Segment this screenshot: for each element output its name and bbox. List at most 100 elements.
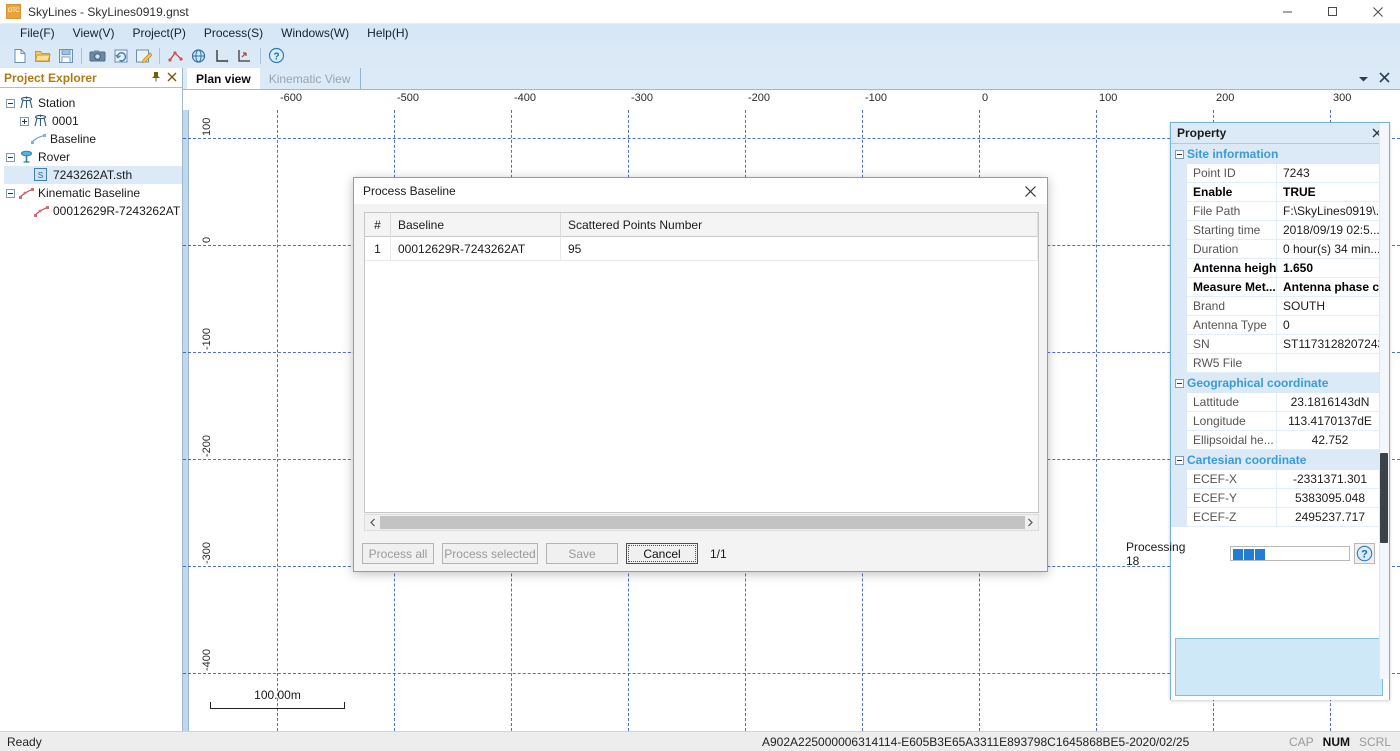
menu-project[interactable]: Project(P): [123, 24, 194, 43]
column-header-scattered-points[interactable]: Scattered Points Number: [561, 213, 1038, 237]
tree-item-station[interactable]: Station: [4, 94, 182, 112]
property-value[interactable]: 23.1816143dN: [1277, 393, 1389, 412]
tree-item-rover[interactable]: Rover: [4, 148, 182, 166]
property-row-lattitude[interactable]: Lattitude 23.1816143dN: [1171, 393, 1389, 412]
chevron-left-icon[interactable]: [365, 515, 380, 530]
property-row-antenna-type[interactable]: Antenna Type 0: [1171, 316, 1389, 335]
edit-note-icon[interactable]: [132, 45, 155, 67]
save-button[interactable]: Save: [546, 543, 618, 564]
tree-item-0001[interactable]: 0001: [4, 112, 182, 130]
open-folder-icon[interactable]: [31, 45, 54, 67]
baseline-table[interactable]: # Baseline Scattered Points Number 1 000…: [364, 212, 1039, 513]
expander-minus-icon[interactable]: [6, 153, 15, 162]
project-tree: Station 0001 Baseline: [0, 88, 182, 220]
globe-icon[interactable]: [187, 45, 210, 67]
property-key: Duration: [1187, 240, 1277, 259]
property-value[interactable]: Antenna phase c...: [1277, 278, 1389, 297]
process-all-button[interactable]: Process all: [362, 543, 434, 564]
property-value[interactable]: [1277, 354, 1389, 373]
property-value[interactable]: F:\SkyLines0919\...: [1277, 202, 1389, 221]
doc-close-icon[interactable]: [1379, 72, 1390, 86]
pin-icon[interactable]: [151, 71, 161, 85]
property-row-longitude[interactable]: Longitude 113.4170137dE: [1171, 412, 1389, 431]
transform-icon[interactable]: [233, 45, 256, 67]
property-row-brand[interactable]: Brand SOUTH: [1171, 297, 1389, 316]
property-group-cartesian-coordinate[interactable]: Cartesian coordinate: [1171, 450, 1389, 470]
property-value[interactable]: 2495237.717: [1277, 508, 1389, 527]
chevron-right-icon[interactable]: [1023, 515, 1038, 530]
expander-minus-icon[interactable]: [6, 99, 15, 108]
property-value[interactable]: 0: [1277, 316, 1389, 335]
process-selected-button[interactable]: Process selected: [442, 543, 538, 564]
column-header-index[interactable]: #: [365, 213, 391, 237]
new-file-icon[interactable]: [8, 45, 31, 67]
property-row-file-path[interactable]: File Path F:\SkyLines0919\...: [1171, 202, 1389, 221]
collapse-icon[interactable]: [1175, 456, 1184, 465]
property-value[interactable]: TRUE: [1277, 183, 1389, 202]
menu-windows[interactable]: Windows(W): [272, 24, 358, 43]
property-row-ellipsoidal-height[interactable]: Ellipsoidal he... 42.752: [1171, 431, 1389, 450]
table-horizontal-scrollbar[interactable]: [364, 514, 1039, 531]
camera-icon[interactable]: [86, 45, 109, 67]
property-scrollbar[interactable]: [1379, 123, 1389, 679]
maximize-button[interactable]: [1310, 0, 1355, 24]
help-icon[interactable]: ?: [265, 45, 288, 67]
explorer-close-icon[interactable]: [167, 71, 177, 85]
property-row-enable[interactable]: Enable TRUE: [1171, 183, 1389, 202]
column-header-baseline[interactable]: Baseline: [391, 213, 561, 237]
menu-file[interactable]: File(F): [11, 24, 64, 43]
property-row-measure-method[interactable]: Measure Met... Antenna phase c...: [1171, 278, 1389, 297]
property-value[interactable]: 42.752: [1277, 431, 1389, 450]
property-value[interactable]: -2331371.301: [1277, 470, 1389, 489]
refresh-icon[interactable]: [109, 45, 132, 67]
tree-item-kinematic-baseline[interactable]: Kinematic Baseline: [4, 184, 182, 202]
tab-plan-view[interactable]: Plan view: [187, 68, 260, 89]
table-row[interactable]: 1 00012629R-7243262AT 95: [365, 237, 1038, 261]
property-row-ecef-y[interactable]: ECEF-Y 5383095.048: [1171, 489, 1389, 508]
property-row-sn[interactable]: SN ST1173128207243: [1171, 335, 1389, 354]
dialog-title-bar: Process Baseline: [354, 178, 1047, 204]
menu-help[interactable]: Help(H): [358, 24, 417, 43]
expander-minus-icon[interactable]: [6, 189, 15, 198]
menu-view[interactable]: View(V): [64, 24, 124, 43]
tree-item-kinematic-baseline-child[interactable]: 00012629R-7243262AT: [4, 202, 182, 220]
property-group-site-information[interactable]: Site information: [1171, 144, 1389, 164]
property-value[interactable]: SOUTH: [1277, 297, 1389, 316]
scrollbar-track[interactable]: [380, 515, 1023, 530]
property-value[interactable]: 5383095.048: [1277, 489, 1389, 508]
expander-plus-icon[interactable]: [20, 117, 29, 126]
collapse-icon[interactable]: [1175, 150, 1184, 159]
close-button[interactable]: [1355, 0, 1400, 24]
property-row-rw5-file[interactable]: RW5 File: [1171, 354, 1389, 373]
dialog-close-button[interactable]: [1013, 178, 1047, 204]
property-row-starting-time[interactable]: Starting time 2018/09/19 02:5...: [1171, 221, 1389, 240]
save-icon[interactable]: [54, 45, 77, 67]
scrollbar-thumb[interactable]: [380, 516, 1025, 529]
chevron-down-icon[interactable]: [1358, 72, 1369, 86]
property-value[interactable]: ST1173128207243: [1277, 335, 1389, 354]
tree-item-baseline[interactable]: Baseline: [4, 130, 182, 148]
tab-kinematic-view[interactable]: Kinematic View: [260, 68, 361, 89]
property-value[interactable]: 0 hour(s) 34 min...: [1277, 240, 1389, 259]
minimize-button[interactable]: [1265, 0, 1310, 24]
coordinate-axes-icon[interactable]: [210, 45, 233, 67]
property-value[interactable]: 1.650: [1277, 259, 1389, 278]
property-value[interactable]: 113.4170137dE: [1277, 412, 1389, 431]
dialog-help-button[interactable]: ?: [1354, 543, 1375, 564]
property-group-label: Cartesian coordinate: [1187, 453, 1306, 467]
property-row-point-id[interactable]: Point ID 7243: [1171, 164, 1389, 183]
collapse-icon[interactable]: [1175, 379, 1184, 388]
property-row-ecef-x[interactable]: ECEF-X -2331371.301: [1171, 470, 1389, 489]
property-group-geographical-coordinate[interactable]: Geographical coordinate: [1171, 373, 1389, 393]
property-row-antenna-height[interactable]: Antenna height 1.650: [1171, 259, 1389, 278]
property-scroll-thumb[interactable]: [1380, 453, 1388, 543]
menu-process[interactable]: Process(S): [195, 24, 272, 43]
network-adjust-icon[interactable]: [164, 45, 187, 67]
cancel-button[interactable]: Cancel: [626, 543, 698, 564]
property-value[interactable]: 7243: [1277, 164, 1389, 183]
property-row-duration[interactable]: Duration 0 hour(s) 34 min...: [1171, 240, 1389, 259]
property-row-ecef-z[interactable]: ECEF-Z 2495237.717: [1171, 508, 1389, 527]
x-tick-label: -100: [862, 92, 887, 104]
tree-item-sth-file[interactable]: S 7243262AT.sth: [4, 166, 182, 184]
property-value[interactable]: 2018/09/19 02:5...: [1277, 221, 1389, 240]
